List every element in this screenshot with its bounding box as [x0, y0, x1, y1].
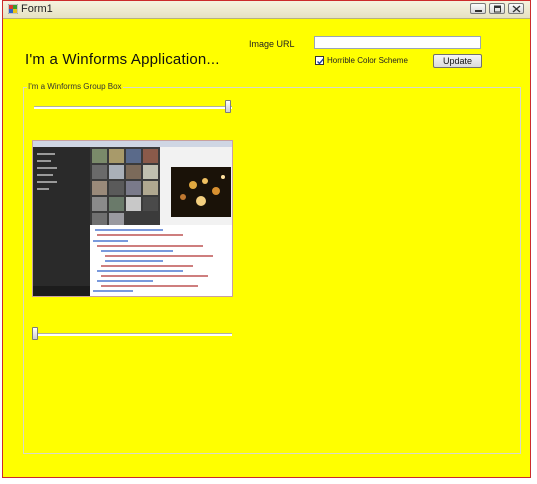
checkbox-label: Horrible Color Scheme [327, 56, 408, 65]
maximize-button[interactable] [489, 3, 505, 14]
bottom-trackbar-track[interactable] [34, 333, 232, 336]
headline-label: I'm a Winforms Application... [25, 51, 220, 68]
title-bar[interactable]: Form1 [3, 1, 530, 19]
update-button[interactable]: Update [433, 54, 482, 68]
form-client-area: I'm a Winforms Application... Image URL … [3, 19, 530, 477]
top-trackbar-track[interactable] [34, 106, 232, 109]
picture-box [32, 140, 233, 297]
horrible-color-scheme-checkbox[interactable] [315, 56, 325, 65]
group-box-label: I'm a Winforms Group Box [27, 82, 123, 91]
maximize-icon [494, 5, 501, 13]
checkmark-icon [317, 58, 325, 65]
close-icon [512, 5, 521, 13]
image-url-input[interactable] [314, 36, 481, 49]
minimize-icon [475, 10, 482, 12]
minimize-button[interactable] [470, 3, 486, 14]
bottom-trackbar-thumb[interactable] [32, 327, 38, 340]
app-icon [8, 4, 18, 14]
form1-window: Form1 I'm a Winforms Application... Imag… [2, 0, 531, 478]
close-button[interactable] [508, 3, 524, 14]
image-url-label: Image URL [249, 39, 295, 49]
screenshot-image [33, 141, 232, 296]
window-title: Form1 [21, 3, 53, 15]
top-trackbar-thumb[interactable] [225, 100, 231, 113]
